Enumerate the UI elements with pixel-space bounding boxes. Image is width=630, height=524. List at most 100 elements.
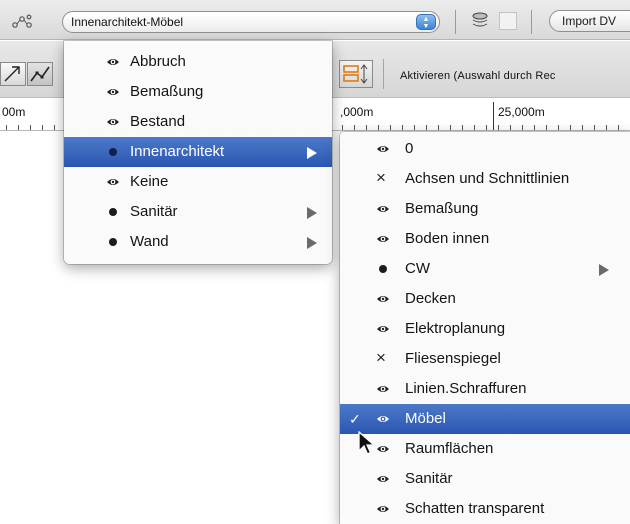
import-button-label: Import DV — [562, 14, 617, 28]
eye-icon — [106, 55, 120, 69]
ruler-minor-tick — [402, 125, 403, 130]
ruler-minor-tick — [426, 125, 427, 130]
menu-item-innenarchitekt[interactable]: Innenarchitekt — [64, 137, 332, 167]
ruler-minor-tick — [342, 125, 343, 130]
menu-item-label: Sanitär — [130, 203, 178, 220]
menu-item-keine[interactable]: Keine — [64, 167, 332, 197]
menu-item-wand[interactable]: Wand — [64, 227, 332, 257]
eye-icon — [376, 322, 390, 336]
menu-item-bestand[interactable]: Bestand — [64, 107, 332, 137]
ruler-minor-tick — [570, 125, 571, 130]
submenu-item-linien-schraffuren[interactable]: Linien.Schraffuren — [340, 374, 630, 404]
ruler-label: 00m — [2, 105, 26, 119]
ruler-label: ,000m — [340, 105, 374, 119]
ruler-minor-tick — [558, 125, 559, 130]
submenu-item-achsen[interactable]: × Achsen und Schnittlinien — [340, 164, 630, 194]
layer-group-menu: Abbruch Bemaßung Bestand Innenarchitekt … — [64, 41, 332, 264]
submenu-item-fliesenspiegel[interactable]: × Fliesenspiegel — [340, 344, 630, 374]
eye-icon — [376, 232, 390, 246]
ruler-minor-tick — [498, 125, 499, 130]
tool-button-polyline[interactable] — [27, 62, 53, 86]
eye-icon — [376, 202, 390, 216]
submenu-arrow-icon — [599, 264, 609, 276]
submenu-arrow-icon — [307, 237, 317, 249]
ruler-minor-tick — [30, 125, 31, 130]
ruler-minor-tick — [474, 125, 475, 130]
menu-item-label: CW — [405, 260, 430, 277]
ruler-minor-tick — [534, 125, 535, 130]
eye-icon — [376, 382, 390, 396]
dot-icon — [106, 145, 120, 159]
eye-icon — [106, 115, 120, 129]
toolbar-divider — [383, 59, 384, 89]
submenu-item-bemassung[interactable]: Bemaßung — [340, 194, 630, 224]
submenu-item-schatten-transparent[interactable]: Schatten transparent — [340, 494, 630, 524]
import-button[interactable]: Import DV — [549, 10, 630, 32]
toolbar-divider — [455, 10, 456, 34]
eye-icon — [106, 175, 120, 189]
ruler-minor-tick — [354, 125, 355, 130]
submenu-arrow-icon — [307, 147, 317, 159]
eye-icon — [376, 472, 390, 486]
layer-submenu: 0 × Achsen und Schnittlinien Bemaßung Bo… — [340, 132, 630, 524]
submenu-item-elektroplanung[interactable]: Elektroplanung — [340, 314, 630, 344]
layer-select[interactable]: Innenarchitekt-Möbel ▲ ▼ — [62, 11, 440, 33]
toolbar-divider — [531, 10, 532, 34]
submenu-item-boden-innen[interactable]: Boden innen — [340, 224, 630, 254]
menu-item-label: Elektroplanung — [405, 320, 506, 337]
dot-icon — [106, 205, 120, 219]
eye-icon — [376, 292, 390, 306]
top-toolbar: Innenarchitekt-Möbel ▲ ▼ Import DV — [0, 0, 630, 40]
menu-item-label: Keine — [130, 173, 169, 190]
menu-item-label: Raumflächen — [405, 440, 494, 457]
menu-item-label: 0 — [405, 140, 414, 157]
grid-icon[interactable] — [499, 12, 517, 30]
ruler-minor-tick — [42, 125, 43, 130]
menu-item-label: Abbruch — [130, 53, 186, 70]
dot-icon — [106, 235, 120, 249]
tool-button-pointer[interactable] — [0, 62, 26, 86]
eye-icon — [376, 442, 390, 456]
menu-item-sanitaer[interactable]: Sanitär — [64, 197, 332, 227]
menu-item-label: Möbel — [405, 410, 446, 427]
menu-item-label: Achsen und Schnittlinien — [405, 170, 570, 187]
x-icon: × — [376, 168, 386, 187]
menu-item-bemassung[interactable]: Bemaßung — [64, 77, 332, 107]
submenu-item-decken[interactable]: Decken — [340, 284, 630, 314]
menu-item-label: Fliesenspiegel — [405, 350, 501, 367]
ruler-label: 25,000m — [498, 105, 545, 119]
menu-item-label: Bemaßung — [405, 200, 479, 217]
ruler-minor-tick — [438, 125, 439, 130]
submenu-item-sanitaer[interactable]: Sanitär — [340, 464, 630, 494]
submenu-item-raumflaechen[interactable]: Raumflächen — [340, 434, 630, 464]
snap-mode-button[interactable] — [339, 60, 373, 88]
submenu-item-cw[interactable]: CW — [340, 254, 630, 284]
ruler-minor-tick — [6, 125, 7, 130]
snap-mode-icon — [343, 64, 368, 84]
ruler-minor-tick — [522, 125, 523, 130]
ruler-minor-tick — [378, 125, 379, 130]
layer-stack-icon[interactable] — [469, 10, 491, 32]
ruler-minor-tick — [582, 125, 583, 130]
activate-mode-label: Aktivieren (Auswahl durch Rec — [400, 70, 556, 82]
menu-item-abbruch[interactable]: Abbruch — [64, 47, 332, 77]
stepper-arrows-icon[interactable]: ▲ ▼ — [416, 14, 436, 30]
menu-item-label: Bestand — [130, 113, 186, 130]
layer-hierarchy-icon[interactable] — [11, 14, 33, 30]
ruler-major-tick — [493, 102, 494, 130]
eye-icon — [106, 85, 120, 99]
layer-select-value: Innenarchitekt-Möbel — [71, 15, 184, 29]
ruler-minor-tick — [594, 125, 595, 130]
menu-item-label: Decken — [405, 290, 456, 307]
ruler-minor-tick — [414, 125, 415, 130]
submenu-item-moebel[interactable]: ✓ Möbel — [340, 404, 630, 434]
menu-item-label: Wand — [130, 233, 169, 250]
submenu-item-0[interactable]: 0 — [340, 134, 630, 164]
menu-item-label: Innenarchitekt — [130, 143, 225, 160]
ruler-minor-tick — [366, 125, 367, 130]
ruler-minor-tick — [606, 125, 607, 130]
ruler-minor-tick — [486, 125, 487, 130]
ruler-minor-tick — [462, 125, 463, 130]
menu-item-label: Boden innen — [405, 230, 490, 247]
menu-item-label: Linien.Schraffuren — [405, 380, 527, 397]
